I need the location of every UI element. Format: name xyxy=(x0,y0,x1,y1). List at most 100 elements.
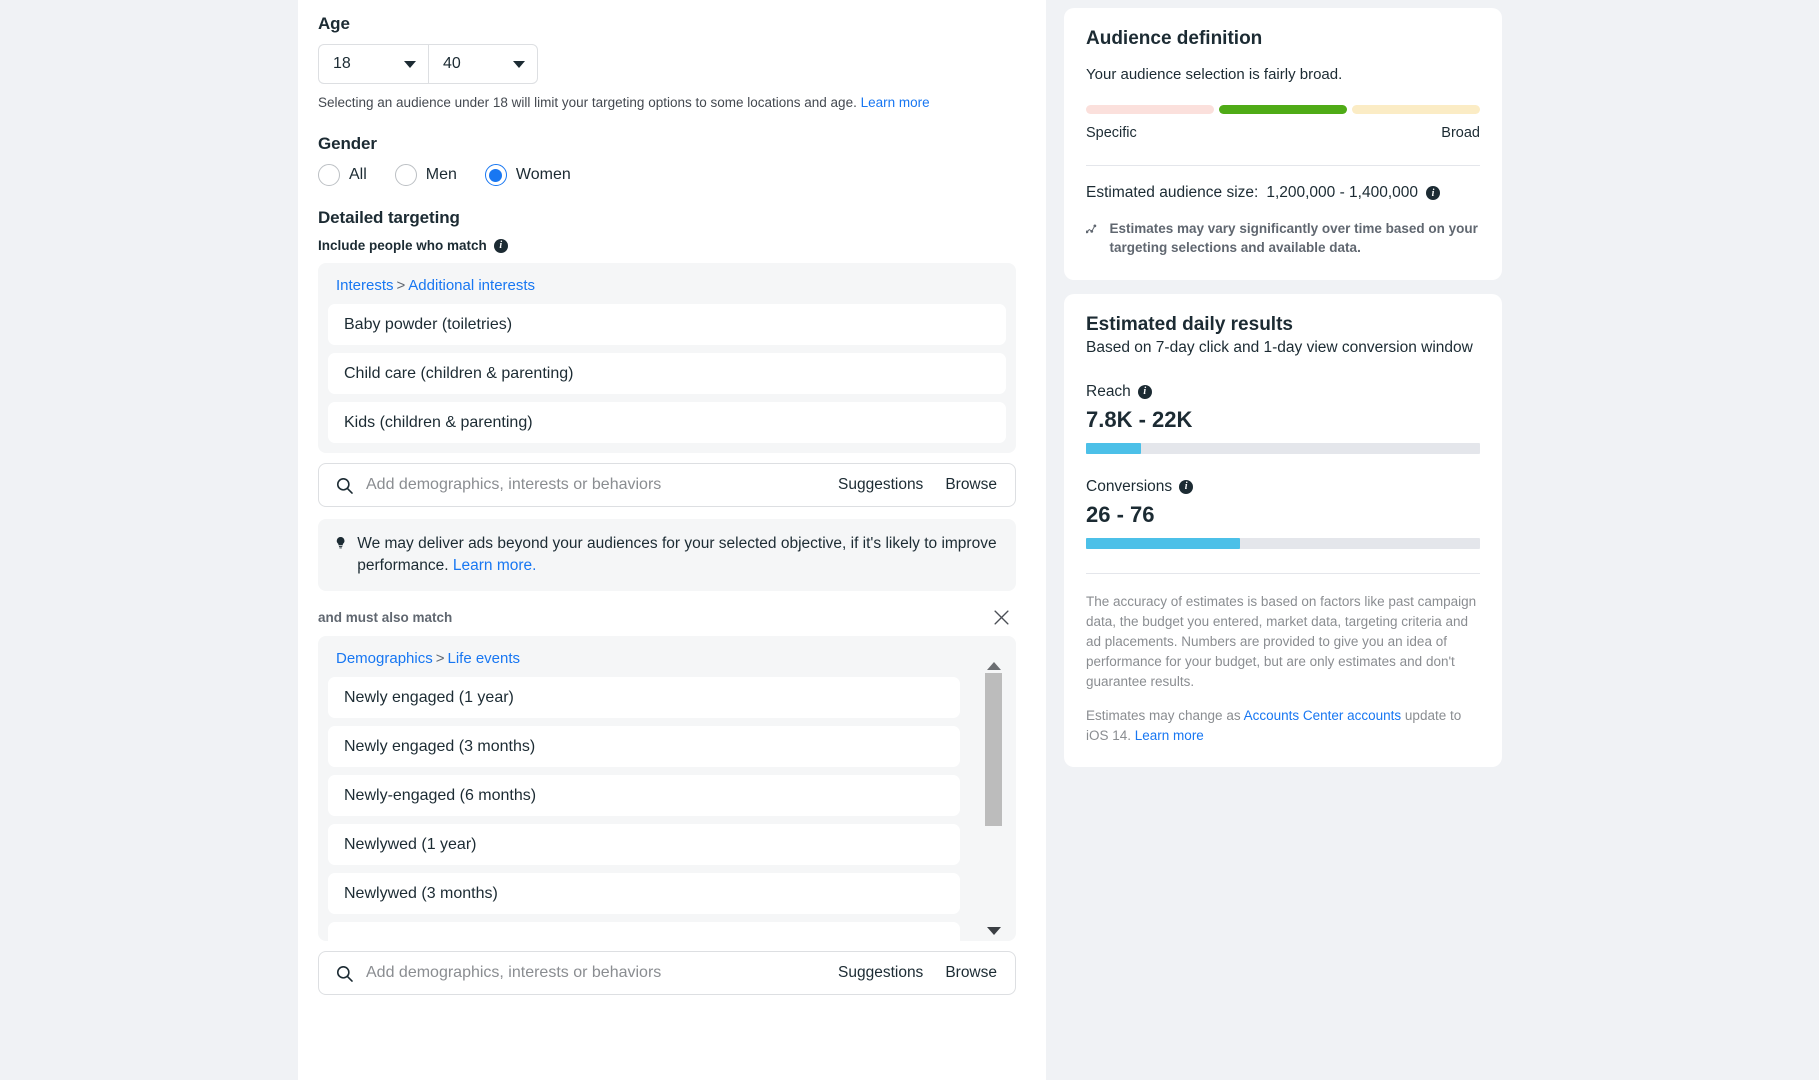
scroll-up-arrow-icon[interactable] xyxy=(986,662,1001,671)
breadcrumb-leaf-life-events[interactable]: Life events xyxy=(447,650,520,667)
estimated-audience-size-row: Estimated audience size: 1,200,000 - 1,4… xyxy=(1086,184,1480,202)
radio-icon-women-selected[interactable] xyxy=(484,164,507,187)
conversions-label-text: Conversions xyxy=(1086,477,1173,495)
audience-breadth-meter xyxy=(1086,105,1480,114)
meter-segment-specific xyxy=(1086,105,1214,114)
detailed-targeting-label: Detailed targeting xyxy=(318,208,460,228)
delivery-tip-text: We may deliver ads beyond your audiences… xyxy=(357,533,998,577)
search-icon xyxy=(336,965,353,982)
reach-metric-label: Reach i xyxy=(1086,383,1480,401)
gender-option-men-label: Men xyxy=(425,166,457,184)
conversions-bar-track xyxy=(1086,537,1480,549)
age-hint-text: Selecting an audience under 18 will limi… xyxy=(318,95,857,110)
age-label: Age xyxy=(318,14,350,33)
estimated-audience-size-label: Estimated audience size: xyxy=(1086,184,1259,201)
list-item[interactable]: Newly engaged (3 months) xyxy=(328,726,960,768)
reach-metric-value: 7.8K - 22K xyxy=(1086,406,1193,432)
estimates-panel: Audience definition Your audience select… xyxy=(1046,0,1819,1080)
scroll-down-arrow-icon[interactable] xyxy=(986,927,1001,936)
reach-bar-track xyxy=(1086,442,1480,454)
info-icon[interactable]: i xyxy=(1137,384,1152,399)
info-icon[interactable]: i xyxy=(1179,479,1194,494)
scrollbar-thumb[interactable] xyxy=(985,673,1002,827)
breadcrumb-root-demographics[interactable]: Demographics xyxy=(336,650,433,667)
include-targeting-group: Interests > Additional interests Baby powd… xyxy=(318,263,1016,454)
audience-definition-card: Audience definition Your audience select… xyxy=(1064,8,1502,280)
list-item[interactable]: Newly engaged (1 year) xyxy=(328,677,960,719)
suggestions-button[interactable]: Suggestions xyxy=(838,964,923,982)
chevron-down-icon xyxy=(513,60,525,68)
info-icon[interactable]: i xyxy=(493,238,508,253)
narrow-breadcrumb: Demographics > Life events xyxy=(318,646,1016,677)
scrollbar-track[interactable] xyxy=(985,673,1002,925)
narrow-targeting-group: Demographics > Life events Newly engaged (… xyxy=(318,636,1016,942)
meter-scale-labels: Specific Broad xyxy=(1086,125,1480,141)
age-max-select[interactable]: 40 xyxy=(428,44,538,84)
tip-learn-more-link[interactable]: Learn more. xyxy=(453,557,537,574)
search-icon xyxy=(336,477,353,494)
estimated-audience-size-value: 1,200,000 - 1,400,000 xyxy=(1266,184,1419,201)
gender-option-women[interactable]: Women xyxy=(484,164,571,187)
breadcrumb-leaf-additional-interests[interactable]: Additional interests xyxy=(408,277,535,294)
chevron-down-icon xyxy=(404,60,416,68)
list-item[interactable]: Newlywed (3 months) xyxy=(328,873,960,915)
gender-section: Gender All Men Women xyxy=(318,134,1016,187)
audience-definition-subtitle: Your audience selection is fairly broad. xyxy=(1086,66,1343,83)
breadcrumb-separator: > xyxy=(396,277,406,295)
targeting-form-panel: Age 18 40 Selecting an audience under 18… xyxy=(298,0,1046,1080)
meter-label-broad: Broad xyxy=(1441,125,1480,141)
conversions-bar-fill xyxy=(1086,537,1240,549)
divider xyxy=(1086,572,1480,574)
age-min-value: 18 xyxy=(333,55,351,72)
include-label-text: Include people who match xyxy=(318,238,487,254)
list-item[interactable]: Baby powder (toiletries) xyxy=(328,304,1006,346)
gender-option-all[interactable]: All xyxy=(318,164,367,187)
age-range-controls: 18 40 xyxy=(318,44,1016,84)
include-breadcrumb: Interests > Additional interests xyxy=(318,273,1016,304)
list-item[interactable]: Newly-engaged (6 months) xyxy=(328,775,960,817)
info-icon[interactable]: i xyxy=(1426,186,1441,200)
detailed-targeting-section: Detailed targeting Include people who ma… xyxy=(318,208,1016,996)
estimates-vary-note-text: Estimates may vary significantly over ti… xyxy=(1109,221,1478,255)
ios-learn-more-link[interactable]: Learn more xyxy=(1135,728,1204,743)
close-icon xyxy=(994,610,1009,625)
meter-label-specific: Specific xyxy=(1086,125,1137,141)
include-people-who-match-label: Include people who match i xyxy=(318,238,1016,253)
age-min-select[interactable]: 18 xyxy=(318,44,428,84)
estimates-vary-note: Estimates may vary significantly over ti… xyxy=(1086,220,1480,258)
targeting-list-scrollbar[interactable] xyxy=(985,662,1002,936)
breadcrumb-separator: > xyxy=(435,650,445,668)
reach-label-text: Reach xyxy=(1086,382,1131,400)
estimated-daily-results-title: Estimated daily results xyxy=(1086,313,1293,335)
detailed-targeting-search-bar[interactable]: Add demographics, interests or behaviors… xyxy=(318,463,1016,508)
list-item[interactable]: Newlywed (1 year) xyxy=(328,824,960,866)
gender-option-women-label: Women xyxy=(515,166,571,184)
list-item[interactable]: Child care (children & parenting) xyxy=(328,353,1006,395)
reach-bar-fill xyxy=(1086,442,1142,454)
breadcrumb-root-interests[interactable]: Interests xyxy=(336,277,394,294)
list-item[interactable]: Kids (children & parenting) xyxy=(328,402,1006,444)
accounts-center-link[interactable]: Accounts Center accounts xyxy=(1244,708,1402,723)
age-section: Age 18 40 Selecting an audience under 18… xyxy=(318,14,1016,112)
gender-option-men[interactable]: Men xyxy=(394,164,457,187)
radio-icon-men[interactable] xyxy=(394,164,417,187)
list-item[interactable] xyxy=(328,922,960,942)
browse-button[interactable]: Browse xyxy=(945,964,997,982)
remove-narrow-audience-button[interactable] xyxy=(991,607,1012,628)
divider xyxy=(1086,165,1480,166)
lightbulb-icon xyxy=(336,537,345,549)
browse-button[interactable]: Browse xyxy=(945,476,997,494)
search-input-placeholder[interactable]: Add demographics, interests or behaviors xyxy=(366,964,816,982)
trend-line-icon xyxy=(1086,224,1097,234)
narrow-targeting-search-bar[interactable]: Add demographics, interests or behaviors… xyxy=(318,951,1016,996)
radio-icon-all[interactable] xyxy=(318,164,340,187)
ios-note-prefix: Estimates may change as xyxy=(1086,707,1244,723)
estimated-daily-results-subtitle: Based on 7-day click and 1-day view conv… xyxy=(1086,338,1473,356)
and-must-also-match-label: and must also match xyxy=(318,610,453,626)
estimates-disclaimer: The accuracy of estimates is based on fa… xyxy=(1086,593,1477,689)
conversions-metric-label: Conversions i xyxy=(1086,478,1480,496)
gender-option-all-label: All xyxy=(349,166,367,184)
search-input-placeholder[interactable]: Add demographics, interests or behaviors xyxy=(366,476,816,494)
suggestions-button[interactable]: Suggestions xyxy=(838,476,923,494)
age-hint-learn-more-link[interactable]: Learn more xyxy=(861,95,930,110)
